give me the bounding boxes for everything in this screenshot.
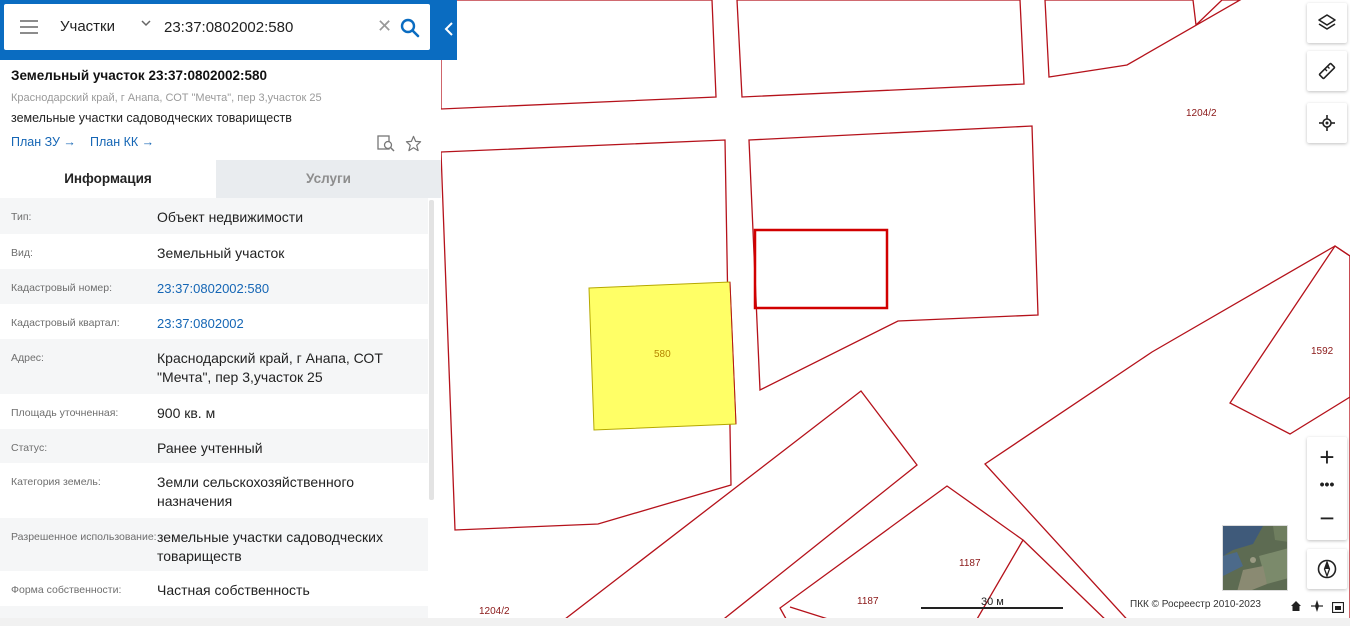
- search-input[interactable]: [164, 16, 369, 38]
- info-row: Разрешенное использование: земельные уча…: [0, 518, 428, 571]
- satellite-minimap[interactable]: [1222, 525, 1288, 591]
- compass-small-icon[interactable]: [1311, 599, 1323, 617]
- plan-kk-link[interactable]: План КК →: [90, 135, 154, 149]
- info-key: Тип:: [11, 211, 32, 223]
- object-address: Краснодарский край, г Анапа, СОТ "Мечта"…: [11, 92, 322, 104]
- info-value: Ранее учтенный: [157, 440, 263, 456]
- close-icon[interactable]: ✕: [377, 17, 392, 35]
- parcel-label-1592: 1592: [1311, 346, 1334, 357]
- info-key: Статус:: [11, 442, 48, 454]
- info-value: Земли сельскохозяйственного назначения: [157, 474, 355, 509]
- tab-services[interactable]: Услуги: [216, 160, 441, 198]
- cadastral-number-link[interactable]: 23:37:0802002:580: [157, 269, 428, 304]
- crosshair-icon: [1319, 115, 1335, 131]
- locate-button[interactable]: [1307, 103, 1347, 143]
- info-row: Адрес: Краснодарский край, г Анапа, СОТ …: [0, 339, 428, 394]
- plan-zu-link[interactable]: План ЗУ →: [11, 135, 76, 149]
- zoom-out-button[interactable]: −: [1307, 499, 1347, 539]
- app-root: 580 1204/2 1592 1187 1187 1204/2 Участки…: [0, 0, 1350, 626]
- ruler-icon: [1318, 62, 1336, 80]
- info-row: Площадь уточненная: 900 кв. м: [0, 394, 428, 429]
- fullscreen-icon[interactable]: [1331, 600, 1345, 618]
- compass-icon: [1317, 559, 1337, 579]
- parcel-outline: [748, 125, 1039, 392]
- tab-info[interactable]: Информация: [0, 160, 216, 198]
- chevron-down-icon[interactable]: [140, 17, 152, 32]
- info-panel: Земельный участок 23:37:0802002:580 Крас…: [0, 60, 441, 626]
- ruler-button[interactable]: [1307, 51, 1347, 91]
- info-key: Разрешенное использование:: [11, 531, 157, 543]
- compass-button[interactable]: [1307, 549, 1347, 589]
- info-value: Земельный участок: [157, 245, 285, 261]
- find-icon[interactable]: [377, 134, 395, 157]
- info-value: земельные участки садоводческих товарище…: [157, 529, 383, 564]
- info-row: Статус: Ранее учтенный: [0, 429, 428, 463]
- info-key: Категория земель:: [11, 476, 101, 488]
- parcel-label-1187: 1187: [857, 596, 879, 607]
- cadastral-quarter-link[interactable]: 23:37:0802002: [157, 304, 428, 339]
- search-bar: Участки ✕: [0, 0, 457, 60]
- info-key: Кадастровый номер:: [11, 282, 113, 294]
- info-row: Кадастровый номер: 23:37:0802002:580: [0, 269, 428, 304]
- search-box: Участки ✕: [4, 4, 430, 50]
- parcel-label-580: 580: [654, 349, 671, 360]
- zoom-in-button[interactable]: +: [1307, 437, 1347, 477]
- info-row: Тип: Объект недвижимости: [0, 198, 428, 234]
- search-type-select[interactable]: Участки: [60, 18, 115, 35]
- search-icon[interactable]: [400, 18, 420, 38]
- info-row: Форма собственности: Частная собственнос…: [0, 571, 428, 606]
- layers-icon: [1318, 14, 1336, 30]
- panel-tabs: Информация Услуги: [0, 160, 441, 198]
- info-value: 900 кв. м: [157, 405, 216, 421]
- parcel-label-1187: 1187: [959, 558, 981, 569]
- info-key: Форма собственности:: [11, 584, 122, 596]
- info-key: Адрес:: [11, 352, 44, 364]
- parcel-label-1204-2: 1204/2: [479, 606, 510, 617]
- scale-bar: [921, 607, 1063, 609]
- parcel-label-1204-2: 1204/2: [1186, 108, 1217, 119]
- zoom-controls: + ••• −: [1307, 437, 1347, 540]
- info-row: Кадастровый квартал: 23:37:0802002: [0, 304, 428, 339]
- object-title: Земельный участок 23:37:0802002:580: [11, 68, 268, 83]
- parcel-outline: [440, 0, 717, 110]
- parcel-outline: [984, 245, 1350, 626]
- bottom-strip: [0, 618, 1350, 626]
- layers-button[interactable]: [1307, 3, 1347, 43]
- copyright-text: ПКК © Росреестр 2010-2023: [1130, 599, 1261, 610]
- info-key: Вид:: [11, 247, 33, 259]
- parcel-outline: [1229, 245, 1350, 435]
- parcel-outline: [1044, 0, 1242, 78]
- chevron-left-icon[interactable]: [441, 0, 457, 60]
- star-icon[interactable]: [405, 135, 422, 157]
- more-icon[interactable]: •••: [1307, 475, 1347, 499]
- home-icon[interactable]: [1290, 599, 1302, 617]
- info-value: Объект недвижимости: [157, 209, 304, 225]
- object-usage: земельные участки садоводческих товарище…: [11, 111, 292, 125]
- info-row: Вид: Земельный участок: [0, 234, 428, 269]
- parcel-outline: [1022, 539, 1113, 626]
- parcel-outline: [736, 0, 1025, 98]
- panel-scrollbar[interactable]: [429, 200, 434, 500]
- info-key: Площадь уточненная:: [11, 407, 119, 419]
- info-value: Частная собственность: [157, 582, 310, 598]
- highlight-rect: [753, 228, 889, 310]
- menu-icon[interactable]: [20, 20, 38, 34]
- info-value: Краснодарский край, г Анапа, СОТ "Мечта"…: [157, 350, 383, 385]
- info-key: Кадастровый квартал:: [11, 317, 120, 329]
- info-list: Тип: Объект недвижимости Вид: Земельный …: [0, 198, 428, 626]
- info-row: Категория земель: Земли сельскохозяйстве…: [0, 463, 428, 518]
